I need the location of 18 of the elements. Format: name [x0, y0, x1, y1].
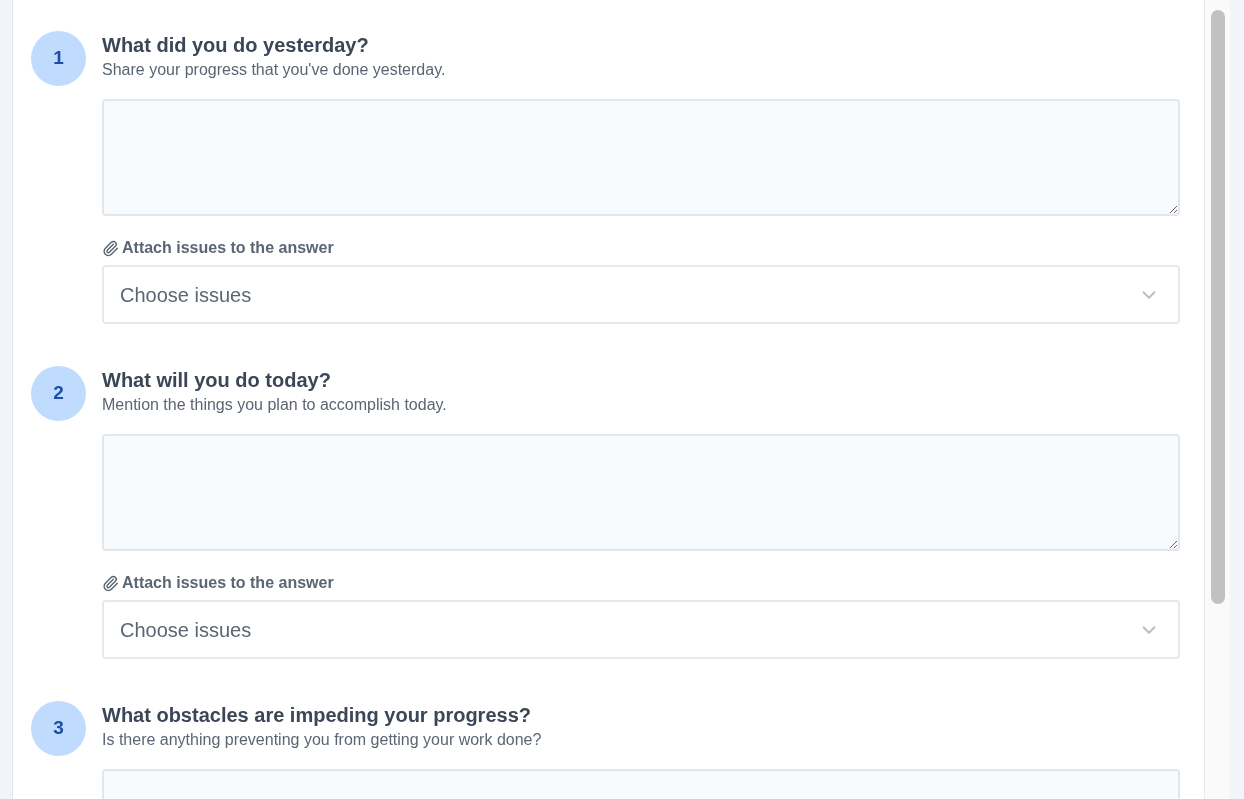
paperclip-icon — [102, 574, 119, 592]
answer-field[interactable] — [102, 99, 1180, 216]
question-description: Share your progress that you've done yesterday. — [102, 60, 446, 80]
question-description: Is there anything preventing you from getting your work done? — [102, 730, 542, 750]
attach-label: Attach issues to the answer — [122, 573, 334, 593]
issues-select[interactable]: Choose issues — [102, 265, 1180, 324]
issues-select[interactable]: Choose issues — [102, 600, 1180, 659]
answer-field[interactable] — [102, 434, 1180, 551]
paperclip-icon — [102, 239, 119, 257]
attach-label: Attach issues to the answer — [122, 238, 334, 258]
step-number: 1 — [31, 31, 86, 86]
question-description: Mention the things you plan to accomplish today. — [102, 395, 447, 415]
step-number: 3 — [31, 701, 86, 756]
scrollbar-thumb[interactable] — [1210, 10, 1225, 604]
question-title: What obstacles are impeding your progress? — [102, 703, 531, 728]
question-title: What will you do today? — [102, 368, 331, 393]
step-number: 2 — [31, 366, 86, 421]
question-title: What did you do yesterday? — [102, 33, 369, 58]
